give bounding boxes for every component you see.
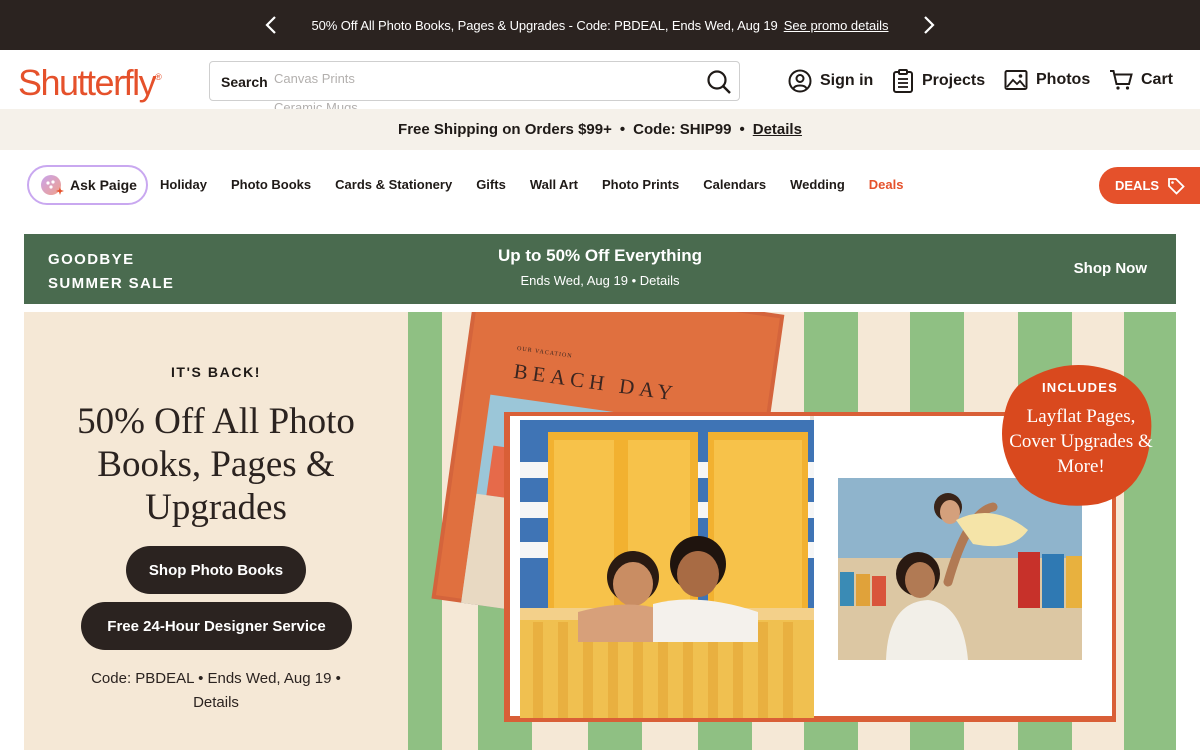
category-cards-stationery[interactable]: Cards & Stationery	[335, 177, 452, 192]
site-header: Shutterfly® Search Canvas Prints Ceramic…	[0, 50, 1200, 115]
promo-prev-button[interactable]	[259, 13, 283, 37]
sale-headline: Up to 50% Off Everything	[497, 246, 703, 265]
badge-text: Layflat Pages, Cover Upgrades & More!	[1009, 406, 1153, 477]
category-wedding[interactable]: Wedding	[790, 177, 845, 192]
promo-bar: 50% Off All Photo Books, Pages & Upgrade…	[0, 0, 1200, 50]
shutterfly-logo[interactable]: Shutterfly®	[18, 62, 162, 104]
search-input[interactable]: Search Canvas Prints Ceramic Mugs	[209, 61, 740, 115]
hero-promo-panel: IT'S BACK! 50% Off All Photo Books, Page…	[24, 312, 408, 750]
search-suggestion[interactable]: Canvas Prints	[274, 71, 355, 86]
deals-button[interactable]: DEALS	[1099, 167, 1200, 204]
sparkle-orb-icon	[41, 175, 64, 195]
image-icon	[1004, 70, 1028, 90]
promo-text: 50% Off All Photo Books, Pages & Upgrade…	[311, 17, 778, 33]
ask-paige-button[interactable]: Ask Paige	[27, 165, 148, 205]
tag-icon	[1168, 177, 1185, 195]
hero-image[interactable]: OUR VACATION BEACH DAY 2025	[408, 312, 1176, 750]
shipping-code: Code: SHIP99	[633, 121, 732, 138]
clipboard-icon	[893, 69, 913, 93]
hero-promo-code: Code: PBDEAL • Ends Wed, Aug 19 • Detail…	[91, 670, 341, 711]
shop-now-link[interactable]: Shop Now	[1074, 260, 1147, 277]
shop-photo-books-button[interactable]: Shop Photo Books	[126, 546, 306, 594]
search-icon[interactable]	[705, 68, 733, 96]
projects-link[interactable]: Projects	[892, 69, 985, 93]
designer-service-button[interactable]: Free 24-Hour Designer Service	[81, 602, 352, 650]
sale-subtext: Ends Wed, Aug 19 • Details	[520, 273, 680, 288]
category-nav: Ask Paige Holiday Photo Books Cards & St…	[0, 150, 1200, 220]
cart-link[interactable]: Cart	[1109, 69, 1173, 91]
shipping-details-link[interactable]: Details	[753, 121, 802, 138]
search-label: Search	[221, 74, 268, 90]
shipping-bar: Free Shipping on Orders $99+ • Code: SHI…	[0, 109, 1200, 150]
chevron-left-icon	[265, 16, 276, 34]
category-photo-books[interactable]: Photo Books	[231, 177, 311, 192]
category-photo-prints[interactable]: Photo Prints	[602, 177, 679, 192]
category-calendars[interactable]: Calendars	[703, 177, 766, 192]
shipping-text: Free Shipping on Orders $99+	[398, 121, 612, 138]
sale-center: Up to 50% Off Everything Ends Wed, Aug 1…	[24, 246, 1176, 288]
category-list: Holiday Photo Books Cards & Stationery G…	[160, 177, 927, 192]
category-wall-art[interactable]: Wall Art	[530, 177, 578, 192]
cart-icon	[1110, 70, 1133, 90]
category-deals[interactable]: Deals	[869, 177, 904, 192]
promo-details-link[interactable]: See promo details	[784, 18, 889, 33]
photo-book-illustration: OUR VACATION BEACH DAY 2025	[408, 312, 1176, 750]
photos-link[interactable]: Photos	[1004, 69, 1090, 91]
sale-banner[interactable]: GOODBYE SUMMER SALE Up to 50% Off Everyt…	[24, 234, 1176, 304]
user-icon	[788, 69, 812, 93]
chevron-right-icon	[924, 16, 935, 34]
hero-kicker: IT'S BACK!	[170, 364, 262, 380]
category-gifts[interactable]: Gifts	[476, 177, 506, 192]
promo-next-button[interactable]	[917, 13, 941, 37]
category-holiday[interactable]: Holiday	[160, 177, 207, 192]
badge-includes: INCLUDES	[1042, 380, 1118, 395]
hero-headline: 50% Off All Photo Books, Pages & Upgrade…	[77, 401, 355, 528]
sign-in-link[interactable]: Sign in	[788, 69, 873, 93]
